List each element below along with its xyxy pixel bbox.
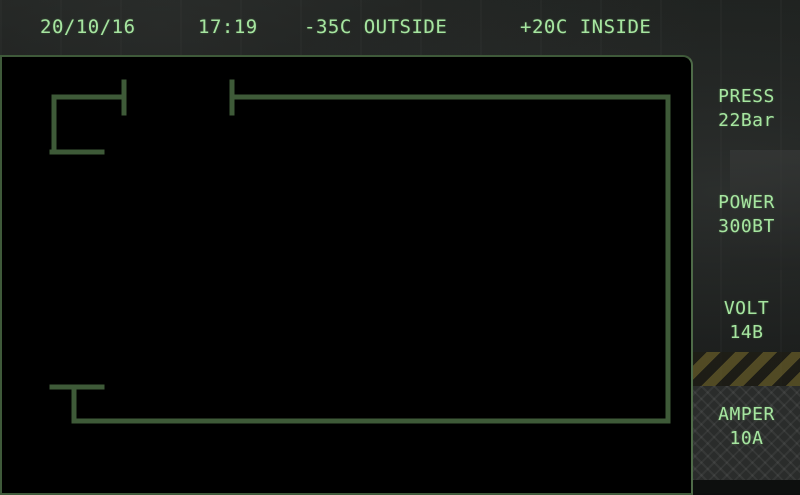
status-bar: 20/10/16 17:19 -35C OUTSIDE +20C INSIDE bbox=[0, 0, 800, 54]
inside-temperature: +20C INSIDE bbox=[520, 16, 652, 38]
pressure-label: PRESS bbox=[718, 86, 775, 107]
outside-temperature: -35C OUTSIDE bbox=[304, 16, 448, 38]
voltage-value: 14B bbox=[729, 322, 764, 343]
pressure-readout: PRESS 22Bar bbox=[693, 85, 800, 133]
date-display: 20/10/16 bbox=[40, 16, 136, 38]
voltage-label: VOLT bbox=[723, 298, 770, 319]
outline-diagram bbox=[49, 79, 671, 424]
pressure-value: 22Bar bbox=[718, 110, 775, 131]
current-label: AMPER bbox=[718, 404, 775, 425]
power-label: POWER bbox=[718, 192, 775, 213]
current-readout: AMPER 10A bbox=[693, 403, 800, 451]
voltage-readout: VOLT 14B bbox=[693, 297, 800, 345]
power-readout: POWER 300BT bbox=[693, 191, 800, 239]
current-value: 10A bbox=[729, 428, 764, 449]
sensor-panel: PRESS 22Bar POWER 300BT VOLT 14B AMPER 1… bbox=[693, 55, 800, 480]
main-display bbox=[0, 55, 693, 495]
outline-top-left-corner bbox=[51, 94, 125, 155]
time-display: 17:19 bbox=[198, 16, 258, 38]
power-value: 300BT bbox=[718, 216, 775, 237]
outline-frame bbox=[71, 94, 671, 424]
